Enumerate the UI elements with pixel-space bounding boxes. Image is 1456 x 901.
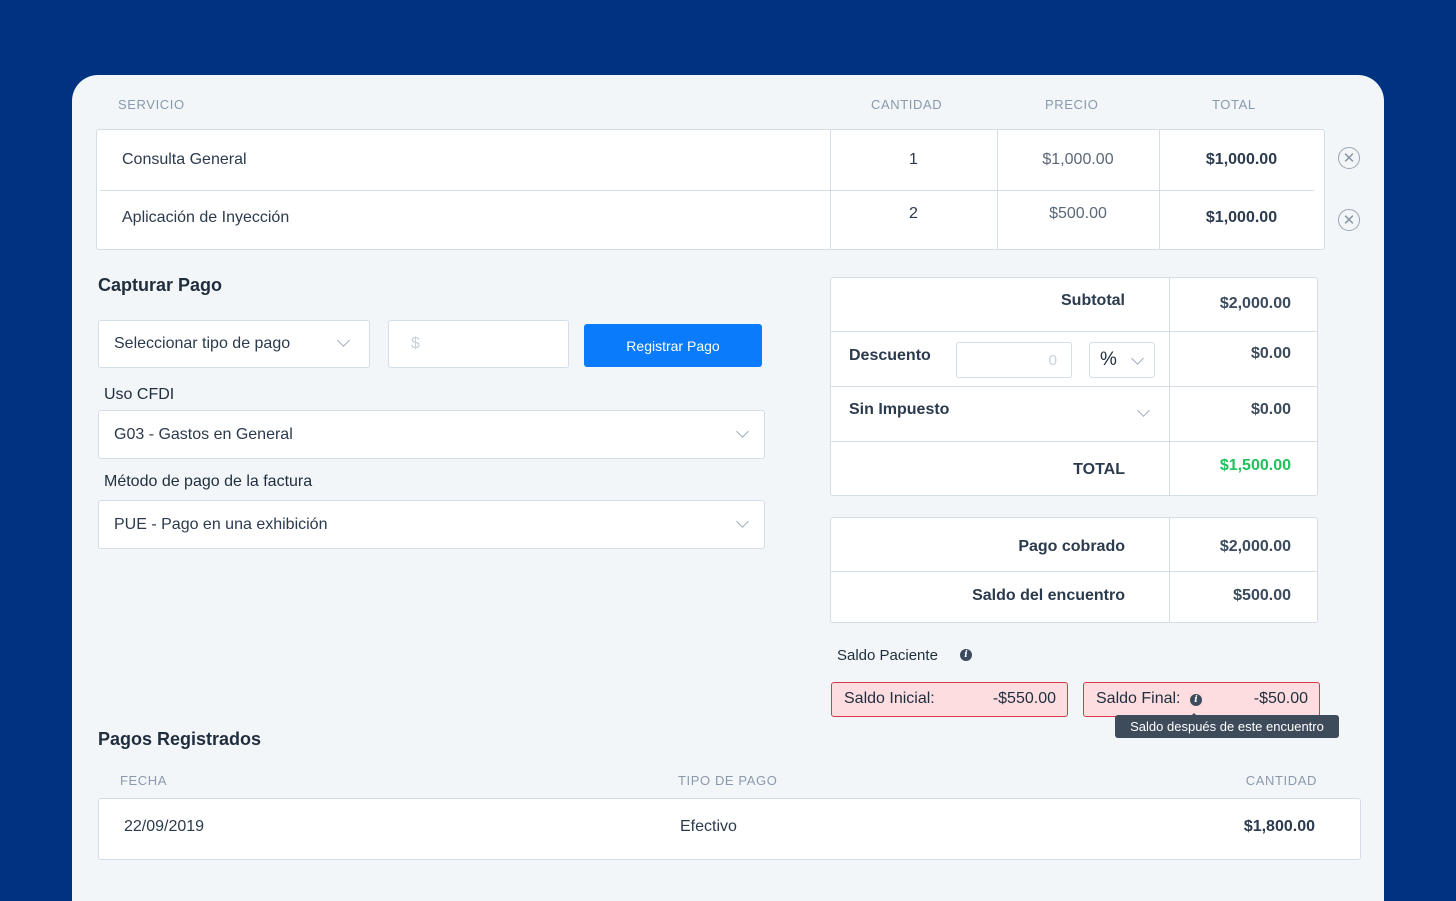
table-row[interactable]: 22/09/2019 Efectivo $1,800.00 [99,799,1360,859]
final-balance-label: Saldo Final: [1096,690,1181,707]
service-quantity[interactable]: 1 [830,130,997,190]
column-header-price: PRECIO [1045,97,1099,112]
column-header-total: TOTAL [1212,97,1256,112]
encounter-balance-label: Saldo del encuentro [972,587,1125,604]
registered-payments-table: 22/09/2019 Efectivo $1,800.00 [98,798,1361,860]
close-circle-icon: ✕ [1342,149,1356,167]
service-total: $1,000.00 [1205,209,1278,226]
encounter-balance-value: $500.00 [1233,587,1291,604]
final-balance-value: -$50.00 [1253,690,1308,707]
encounter-billing-card: SERVICIO CANTIDAD PRECIO TOTAL Consulta … [72,75,1384,901]
service-name: Consulta General [122,151,247,168]
collected-label: Pago cobrado [1018,538,1125,555]
total-row: TOTAL $1,500.00 [831,441,1317,495]
discount-value: $0.00 [1250,345,1291,362]
chevron-down-icon[interactable] [1137,404,1150,417]
tax-row[interactable]: Sin Impuesto $0.00 [831,386,1317,441]
discount-row: Descuento 0 % $0.00 [831,331,1317,386]
column-header-quantity: CANTIDAD [871,97,943,112]
tax-value: $0.00 [1250,401,1291,418]
collected-value: $2,000.00 [1219,538,1291,555]
amount-placeholder: $ [411,335,420,352]
total-value: $1,500.00 [1219,457,1291,474]
payment-method-label: Método de pago de la factura [104,473,313,490]
remove-row-button[interactable]: ✕ [1338,147,1360,169]
discount-unit-value: % [1100,349,1117,370]
amount-input[interactable]: $ [388,320,569,368]
payment-summary: Pago cobrado $2,000.00 Saldo del encuent… [830,517,1318,623]
services-table: Consulta General 1 $1,000.00 $1,000.00 A… [96,129,1325,250]
chevron-down-icon [1131,352,1144,365]
chevron-down-icon [736,425,749,438]
registered-payments-title: Pagos Registrados [98,729,262,749]
info-icon[interactable]: i [960,649,972,661]
balance-tooltip: Saldo después de este encuentro [1115,715,1339,738]
subtotal-label: Subtotal [1061,292,1125,309]
collected-row: Pago cobrado $2,000.00 [831,518,1317,571]
payment-type-placeholder: Seleccionar tipo de pago [114,335,291,352]
payment-method-value: PUE - Pago en una exhibición [114,515,328,533]
service-total: $1,000.00 [1205,151,1278,168]
service-quantity[interactable]: 2 [830,184,997,244]
initial-balance-badge: Saldo Inicial: -$550.00 [831,682,1068,717]
discount-unit-select[interactable]: % [1089,342,1155,378]
service-name: Aplicación de Inyección [122,209,290,226]
tax-label: Sin Impuesto [849,401,950,418]
initial-balance-label: Saldo Inicial: [844,690,935,707]
total-label: TOTAL [1073,461,1125,478]
remove-row-button[interactable]: ✕ [1338,209,1360,231]
cfdi-value: G03 - Gastos en General [114,425,293,443]
column-header-date: FECHA [120,773,168,788]
discount-label: Descuento [849,347,931,364]
initial-balance-value: -$550.00 [992,690,1056,707]
info-icon[interactable]: i [1190,694,1202,706]
subtotal-row: Subtotal $2,000.00 [831,278,1317,331]
close-circle-icon: ✕ [1342,211,1356,229]
payment-method-select[interactable]: PUE - Pago en una exhibición [98,500,765,549]
totals-summary: Subtotal $2,000.00 Descuento 0 % $0.00 S… [830,277,1318,496]
discount-input[interactable]: 0 [956,342,1072,378]
chevron-down-icon [736,515,749,528]
encounter-balance-row: Saldo del encuentro $500.00 [831,571,1317,622]
table-row[interactable]: Aplicación de Inyección 2 $500.00 $1,000… [97,188,1324,248]
payment-amount: $1,800.00 [1243,818,1315,835]
service-price: $1,000.00 [1042,151,1114,168]
chevron-down-icon [337,334,350,347]
column-header-service: SERVICIO [118,97,185,112]
patient-balance-title: Saldo Paciente [837,647,938,664]
column-header-amount: CANTIDAD [1245,773,1317,788]
register-payment-button[interactable]: Registrar Pago [584,324,762,367]
column-header-payment-type: TIPO DE PAGO [678,773,778,788]
payment-date: 22/09/2019 [124,818,205,835]
payment-type-select[interactable]: Seleccionar tipo de pago [98,320,370,368]
payment-type: Efectivo [680,818,737,835]
capture-payment-title: Capturar Pago [98,275,223,295]
table-row[interactable]: Consulta General 1 $1,000.00 $1,000.00 [97,130,1324,190]
final-balance-badge: Saldo Final: i -$50.00 [1083,682,1320,717]
service-price: $500.00 [1049,205,1107,222]
cfdi-select[interactable]: G03 - Gastos en General [98,410,765,459]
cfdi-label: Uso CFDI [104,386,175,403]
subtotal-value: $2,000.00 [1219,295,1291,312]
